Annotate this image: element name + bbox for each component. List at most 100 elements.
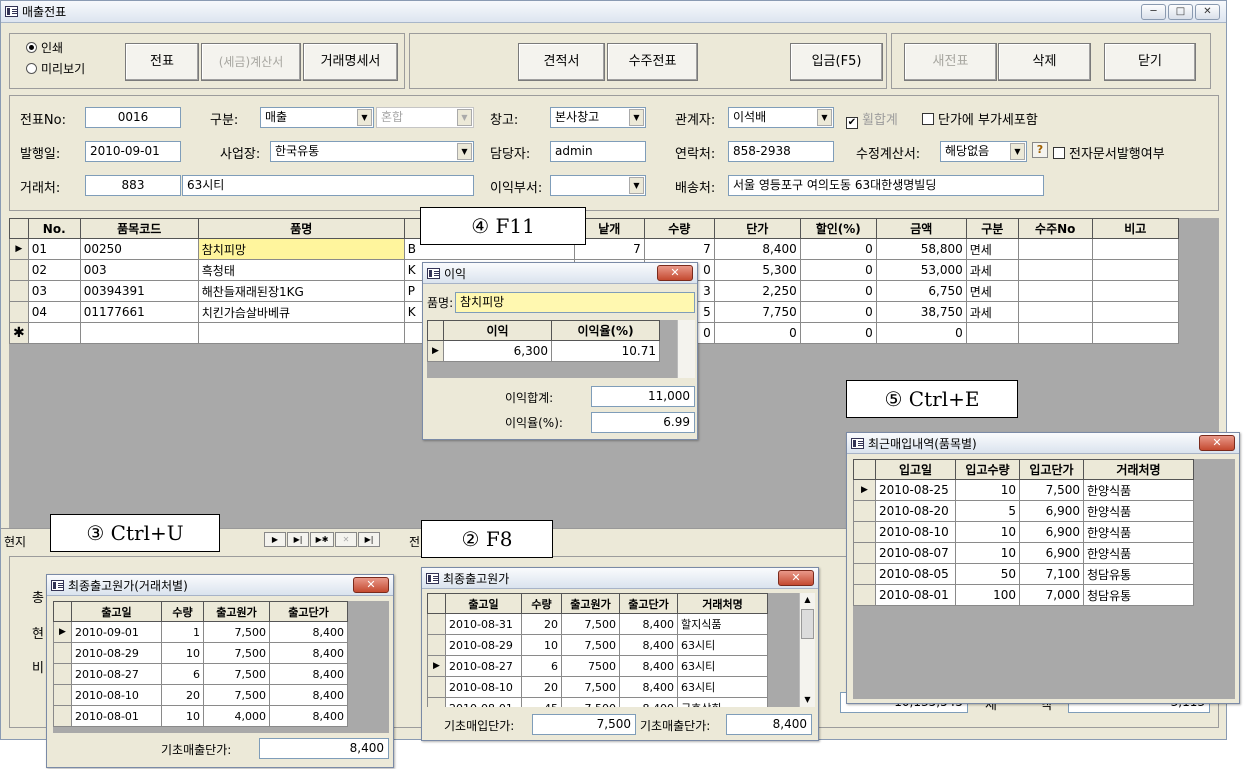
scroll-down-icon[interactable]: ▼	[800, 693, 815, 707]
cell-date[interactable]: 2010-08-07	[875, 542, 956, 564]
cell-date[interactable]: 2010-08-10	[875, 521, 956, 543]
cell-qty[interactable]: 20	[521, 676, 562, 698]
row-selector[interactable]	[427, 676, 446, 698]
table-row[interactable]: 2010-08-01457,5008,400금호상회	[427, 697, 768, 707]
cell-order-no[interactable]	[1017, 259, 1093, 281]
row-selector[interactable]	[853, 563, 876, 585]
new-voucher-button[interactable]: 새전표	[904, 43, 997, 81]
cell-qty[interactable]: 100	[955, 584, 1020, 606]
cell-date[interactable]: 2010-08-10	[445, 676, 522, 698]
cell-qty[interactable]: 6	[161, 663, 204, 685]
cell-cost[interactable]: 7,500	[561, 613, 620, 635]
row-selector-icon[interactable]: ▶	[427, 655, 446, 677]
radio-print[interactable]: 인쇄	[26, 39, 63, 56]
cell-qty[interactable]: 10	[521, 634, 562, 656]
maximize-button[interactable]: □	[1168, 4, 1193, 20]
scrollbar[interactable]	[677, 320, 695, 378]
staff-field[interactable]: admin	[550, 141, 646, 162]
cell-vendor[interactable]: 청담유통	[1083, 584, 1194, 606]
cell-vendor[interactable]: 한양식품	[1083, 521, 1194, 543]
voucher-no-field[interactable]: 0016	[85, 107, 181, 128]
table-row[interactable]: 2010-08-10 10 6,900 한양식품	[853, 521, 1194, 543]
cell-qty[interactable]: 5	[955, 500, 1020, 522]
cell-qty[interactable]: 10	[161, 642, 204, 664]
table-row[interactable]: 2010-08-20 5 6,900 한양식품	[853, 500, 1194, 522]
table-row[interactable]: 2010-08-07 10 6,900 한양식품	[853, 542, 1194, 564]
table-row[interactable]: 2010-08-29 10 7,500 8,400	[53, 642, 348, 664]
statement-button[interactable]: 거래명세서	[303, 43, 398, 81]
cell-price[interactable]: 5,300	[713, 259, 801, 281]
cell-qty[interactable]: 10	[955, 479, 1020, 501]
cell-rate[interactable]: 10.71	[551, 340, 660, 362]
cell-price[interactable]: 8,400	[713, 238, 801, 260]
cell-cost[interactable]: 4,000	[203, 705, 270, 727]
cell-no[interactable]: 02	[27, 259, 81, 281]
ship-field[interactable]: 서울 영등포구 여의도동 63대한생명빌딩	[728, 175, 1044, 196]
row-selector[interactable]	[427, 634, 446, 656]
quote-button[interactable]: 견적서	[518, 43, 605, 81]
cell-price[interactable]: 8,400	[619, 676, 678, 698]
row-selector-icon[interactable]: ▶	[427, 340, 444, 362]
cell-order-no[interactable]	[1017, 280, 1093, 302]
cell-price[interactable]: 7,100	[1019, 563, 1084, 585]
cell-vendor[interactable]: 한양식품	[1083, 500, 1194, 522]
cell-code[interactable]	[79, 322, 199, 344]
table-row[interactable]: ▶ 2010-08-25 10 7,500 한양식품	[853, 479, 1194, 501]
site-select[interactable]: 한국유통 ▼	[270, 141, 474, 162]
close-icon[interactable]: ✕	[778, 570, 814, 586]
cell-discount[interactable]: 0	[799, 238, 877, 260]
cell-qty[interactable]: 7	[643, 238, 715, 260]
cell-price[interactable]: 8,400	[269, 663, 348, 685]
scrollbar[interactable]: ▲ ▼	[799, 593, 815, 707]
cell-price[interactable]: 6,900	[1019, 521, 1084, 543]
cell-price[interactable]: 8,400	[269, 642, 348, 664]
cell-date[interactable]: 2010-08-27	[71, 663, 162, 685]
cell-cost[interactable]: 7,500	[203, 642, 270, 664]
row-selector-icon[interactable]: ▶	[853, 479, 876, 501]
tax-invoice-select[interactable]: 해당없음 ▼	[940, 141, 1027, 162]
cell-discount[interactable]: 0	[799, 280, 877, 302]
radio-preview[interactable]: 미리보기	[26, 60, 85, 77]
row-selector-icon[interactable]: ▶	[9, 238, 29, 260]
cell-discount[interactable]: 0	[799, 301, 877, 323]
cell-client[interactable]: 금호상회	[677, 697, 768, 707]
cell-qty[interactable]: 20	[161, 684, 204, 706]
cell-qty[interactable]: 6	[521, 655, 562, 677]
cell-qty[interactable]: 1	[161, 621, 204, 643]
cell-amount[interactable]: 58,800	[875, 238, 967, 260]
table-row[interactable]: ▶ 2010-09-01 1 7,500 8,400	[53, 621, 348, 643]
table-row[interactable]: ▶ 01 00250 참치피망 B 7 7 8,400 0 58,800 면세	[9, 238, 1179, 260]
cell-date[interactable]: 2010-08-27	[445, 655, 522, 677]
cell-vendor[interactable]: 한양식품	[1083, 479, 1194, 501]
cell-cost[interactable]: 7,500	[561, 676, 620, 698]
cell-type[interactable]: 과세	[965, 301, 1019, 323]
cell-profit[interactable]: 6,300	[443, 340, 552, 362]
cell-price[interactable]: 2,250	[713, 280, 801, 302]
minimize-button[interactable]: ─	[1141, 4, 1166, 20]
cell-note[interactable]	[1091, 301, 1179, 323]
type-select[interactable]: 매출 ▼	[260, 107, 374, 128]
cell-cost[interactable]: 7,500	[203, 663, 270, 685]
cell-price[interactable]: 8,400	[619, 697, 678, 707]
cell-qty[interactable]: 10	[161, 705, 204, 727]
cell-no[interactable]: 01	[27, 238, 81, 260]
table-row[interactable]: 2010-08-10 20 7,500 8,400	[53, 684, 348, 706]
warehouse-select[interactable]: 본사창고 ▼	[550, 107, 646, 128]
cell-amount[interactable]: 0	[875, 322, 967, 344]
row-selector[interactable]	[853, 521, 876, 543]
item-field[interactable]: 참치피망	[455, 292, 695, 313]
cell-date[interactable]: 2010-08-25	[875, 479, 956, 501]
cell-date[interactable]: 2010-08-10	[71, 684, 162, 706]
scroll-up-icon[interactable]: ▲	[800, 593, 815, 607]
close-form-button[interactable]: 닫기	[1104, 43, 1196, 81]
cell-note[interactable]	[1091, 238, 1179, 260]
cell-no[interactable]: 03	[27, 280, 81, 302]
delete-button[interactable]: 삭제	[998, 43, 1091, 81]
cell-price[interactable]: 8,400	[269, 621, 348, 643]
cell-vendor[interactable]: 한양식품	[1083, 542, 1194, 564]
cell-discount[interactable]: 0	[799, 259, 877, 281]
cell-price[interactable]: 7,500	[1019, 479, 1084, 501]
cell-client[interactable]: 할지식품	[677, 613, 768, 635]
row-selector[interactable]	[53, 663, 72, 685]
cell-code[interactable]: 00394391	[79, 280, 199, 302]
